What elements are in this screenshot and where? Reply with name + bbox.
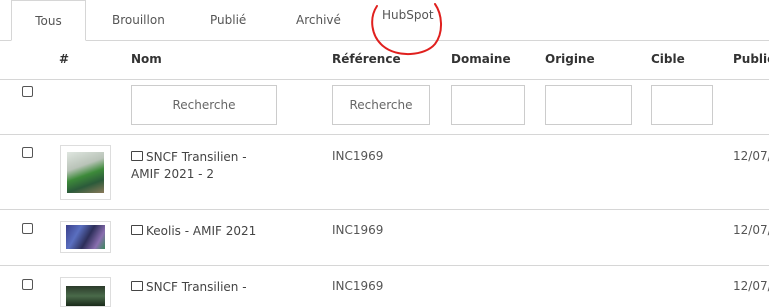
image-icon [131, 225, 143, 235]
tab-brouillon[interactable]: Brouillon [112, 0, 165, 40]
select-all-checkbox[interactable] [22, 86, 33, 97]
row-name[interactable]: SNCF Transilien - [131, 279, 281, 296]
col-hash: # [59, 52, 70, 66]
thumbnail [60, 277, 111, 307]
thumbnail [60, 145, 111, 200]
col-origine[interactable]: Origine [545, 52, 595, 66]
row-reference: INC1969 [332, 279, 384, 293]
status-tabs: Tous Brouillon Publié Archivé HubSpot [0, 0, 769, 41]
col-cible[interactable]: Cible [651, 52, 685, 66]
domaine-filter-input[interactable] [451, 85, 525, 125]
row-name[interactable]: Keolis - AMIF 2021 [131, 223, 281, 240]
tab-publie[interactable]: Publié [210, 0, 246, 40]
table-row[interactable]: SNCF Transilien - AMIF 2021 - 2 INC1969 … [0, 135, 769, 210]
origine-filter-input[interactable] [545, 85, 632, 125]
col-domaine[interactable]: Domaine [451, 52, 511, 66]
filter-row: Recherche Recherche [0, 80, 769, 135]
row-reference: INC1969 [332, 223, 384, 237]
tab-tous[interactable]: Tous [11, 0, 86, 41]
col-reference[interactable]: Référence [332, 52, 401, 66]
col-nom[interactable]: Nom [131, 52, 162, 66]
table-row[interactable]: Keolis - AMIF 2021 INC1969 12/07/2 [0, 210, 769, 266]
row-checkbox[interactable] [22, 223, 33, 234]
table-header: # Nom Référence Domaine Origine Cible Pu… [0, 40, 769, 80]
image-icon [131, 281, 143, 291]
row-checkbox[interactable] [22, 147, 33, 158]
row-checkbox[interactable] [22, 279, 33, 290]
image-icon [131, 151, 143, 161]
table-row[interactable]: SNCF Transilien - INC1969 12/07/2 [0, 266, 769, 307]
row-date: 12/07/2 [733, 223, 769, 237]
thumbnail [60, 221, 111, 253]
reference-search-input[interactable]: Recherche [332, 85, 430, 125]
row-name[interactable]: SNCF Transilien - AMIF 2021 - 2 [131, 149, 281, 183]
col-publie[interactable]: Publié [733, 52, 769, 66]
tab-hubspot[interactable]: HubSpot [382, 0, 434, 35]
row-date: 12/07/2 [733, 149, 769, 163]
row-reference: INC1969 [332, 149, 384, 163]
nom-search-input[interactable]: Recherche [131, 85, 277, 125]
row-date: 12/07/2 [733, 279, 769, 293]
tab-archive[interactable]: Archivé [296, 0, 341, 40]
cible-filter-input[interactable] [651, 85, 713, 125]
